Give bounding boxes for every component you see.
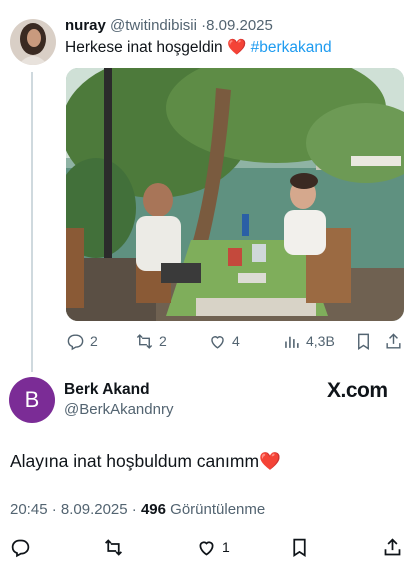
- thread-connector-line: [31, 72, 33, 372]
- reply-icon: [67, 333, 84, 350]
- tweet-meta: 20:45 · 8.09.2025 · 496 Görüntülenme: [10, 501, 265, 518]
- repost-icon: [105, 538, 122, 556]
- reply-count: 2: [90, 333, 98, 349]
- reply-text: Herkese inat hoşgeldin: [65, 39, 223, 56]
- share-action[interactable]: [384, 330, 403, 352]
- repost-button[interactable]: [103, 535, 124, 559]
- bookmark-action[interactable]: [354, 330, 373, 352]
- repost-icon: [136, 333, 153, 349]
- reply-tweet-actions: 2 2 4 4,3B: [66, 330, 404, 352]
- tweet-actions: 1: [10, 535, 405, 559]
- reply-date[interactable]: 8.09.2025: [206, 17, 273, 34]
- like-action[interactable]: 4: [208, 330, 240, 352]
- share-icon: [386, 332, 401, 349]
- views-action[interactable]: 4,3B: [282, 330, 335, 352]
- like-icon: [199, 540, 214, 556]
- like-count: 1: [222, 539, 230, 555]
- author-handle[interactable]: @BerkAkandnry: [64, 401, 173, 418]
- restaurant-photo-image: [66, 68, 404, 321]
- bookmark-button[interactable]: [289, 535, 310, 559]
- repost-count: 2: [159, 333, 167, 349]
- like-count: 4: [232, 333, 240, 349]
- avatar-nuray[interactable]: [10, 19, 56, 65]
- views-count: 4,3B: [306, 333, 335, 349]
- meta-separator: ·: [51, 501, 57, 518]
- tweet-text: Alayına inat hoşbuldum canımm❤️: [10, 451, 281, 471]
- repost-action[interactable]: 2: [135, 330, 167, 352]
- meta-separator-2: ·: [131, 501, 137, 518]
- reply-author-name[interactable]: nuray: [65, 17, 106, 34]
- like-icon: [211, 335, 224, 349]
- like-button[interactable]: 1: [196, 535, 230, 559]
- reply-tweet-header: nuray @twitindibisii ·8.09.2025: [65, 17, 273, 34]
- author-name[interactable]: Berk Akand: [64, 381, 150, 399]
- hashtag-link[interactable]: #berkakand: [251, 39, 332, 56]
- avatar-berk[interactable]: B: [9, 377, 55, 423]
- share-button[interactable]: [382, 535, 403, 559]
- heart-emoji: ❤️: [227, 39, 247, 56]
- views-icon: [285, 336, 299, 348]
- reply-button[interactable]: [10, 535, 31, 559]
- reply-action[interactable]: 2: [66, 330, 98, 352]
- tweet-date[interactable]: 8.09.2025: [61, 501, 128, 518]
- tweet-time[interactable]: 20:45: [10, 501, 48, 518]
- x-brand-logo: X.com: [327, 379, 388, 402]
- views-label: Görüntülenme: [170, 501, 266, 518]
- share-icon: [384, 537, 401, 555]
- bookmark-icon: [358, 333, 369, 350]
- bookmark-icon: [293, 538, 306, 557]
- reply-icon: [11, 539, 30, 557]
- views-total: 496: [140, 501, 166, 518]
- reply-tweet-text: Herkese inat hoşgeldin ❤️ #berkakand: [65, 38, 332, 57]
- tweet-photo[interactable]: [66, 68, 404, 321]
- reply-author-handle[interactable]: @twitindibisii: [110, 17, 197, 34]
